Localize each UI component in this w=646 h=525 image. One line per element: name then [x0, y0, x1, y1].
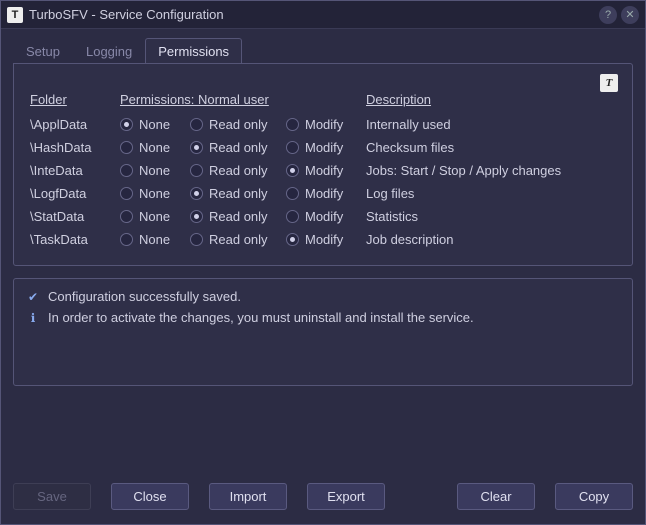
- message-saved: ✔ Configuration successfully saved.: [26, 289, 620, 304]
- radio-label: Modify: [305, 232, 343, 247]
- radio-dot-icon: [286, 118, 299, 131]
- tab-bar: Setup Logging Permissions: [13, 37, 633, 63]
- folder-cell: \StatData: [30, 209, 120, 224]
- window: T TurboSFV - Service Configuration ? ✕ S…: [0, 0, 646, 525]
- message-activate: ℹ In order to activate the changes, you …: [26, 310, 620, 325]
- folder-cell: \LogfData: [30, 186, 120, 201]
- copy-button[interactable]: Copy: [555, 483, 633, 510]
- message-saved-text: Configuration successfully saved.: [48, 289, 241, 304]
- radio-readonly[interactable]: Read only: [190, 232, 286, 247]
- help-button[interactable]: ?: [599, 6, 617, 24]
- radio-label: Modify: [305, 140, 343, 155]
- folder-cell: \InteData: [30, 163, 120, 178]
- radio-label: None: [139, 209, 170, 224]
- export-button[interactable]: Export: [307, 483, 385, 510]
- radio-label: Read only: [209, 232, 268, 247]
- radio-modify[interactable]: Modify: [286, 117, 366, 132]
- radio-label: None: [139, 140, 170, 155]
- message-activate-text: In order to activate the changes, you mu…: [48, 310, 474, 325]
- radio-modify[interactable]: Modify: [286, 209, 366, 224]
- radio-readonly[interactable]: Read only: [190, 163, 286, 178]
- radio-dot-icon: [286, 187, 299, 200]
- save-button: Save: [13, 483, 91, 510]
- radio-dot-icon: [190, 233, 203, 246]
- radio-dot-icon: [190, 210, 203, 223]
- radio-dot-icon: [190, 118, 203, 131]
- radio-none[interactable]: None: [120, 232, 190, 247]
- column-header-folder: Folder: [30, 92, 120, 109]
- radio-label: None: [139, 232, 170, 247]
- radio-label: Read only: [209, 140, 268, 155]
- radio-label: Modify: [305, 117, 343, 132]
- radio-dot-icon: [120, 187, 133, 200]
- button-bar: Save Close Import Export Clear Copy: [1, 471, 645, 524]
- radio-none[interactable]: None: [120, 117, 190, 132]
- description-cell: Job description: [366, 232, 616, 247]
- close-window-button[interactable]: ✕: [621, 6, 639, 24]
- import-button[interactable]: Import: [209, 483, 287, 510]
- description-cell: Jobs: Start / Stop / Apply changes: [366, 163, 616, 178]
- content-area: Setup Logging Permissions T Folder Permi…: [1, 29, 645, 471]
- tab-logging[interactable]: Logging: [73, 38, 145, 64]
- radio-dot-icon: [286, 210, 299, 223]
- radio-none[interactable]: None: [120, 186, 190, 201]
- radio-dot-icon: [190, 164, 203, 177]
- description-cell: Checksum files: [366, 140, 616, 155]
- radio-none[interactable]: None: [120, 163, 190, 178]
- radio-modify[interactable]: Modify: [286, 186, 366, 201]
- radio-label: Modify: [305, 186, 343, 201]
- radio-readonly[interactable]: Read only: [190, 186, 286, 201]
- radio-dot-icon: [286, 164, 299, 177]
- radio-none[interactable]: None: [120, 140, 190, 155]
- permissions-grid: Folder Permissions: Normal user Descript…: [30, 92, 616, 247]
- radio-dot-icon: [286, 233, 299, 246]
- brand-icon: T: [600, 74, 618, 92]
- description-cell: Log files: [366, 186, 616, 201]
- message-box: ✔ Configuration successfully saved. ℹ In…: [13, 278, 633, 386]
- radio-label: Read only: [209, 163, 268, 178]
- radio-dot-icon: [120, 233, 133, 246]
- radio-label: Read only: [209, 209, 268, 224]
- radio-modify[interactable]: Modify: [286, 232, 366, 247]
- description-cell: Statistics: [366, 209, 616, 224]
- permissions-panel: T Folder Permissions: Normal user Descri…: [13, 63, 633, 266]
- radio-modify[interactable]: Modify: [286, 140, 366, 155]
- radio-modify[interactable]: Modify: [286, 163, 366, 178]
- radio-label: None: [139, 117, 170, 132]
- radio-dot-icon: [190, 141, 203, 154]
- folder-cell: \TaskData: [30, 232, 120, 247]
- titlebar: T TurboSFV - Service Configuration ? ✕: [1, 1, 645, 29]
- radio-readonly[interactable]: Read only: [190, 140, 286, 155]
- radio-dot-icon: [120, 118, 133, 131]
- radio-none[interactable]: None: [120, 209, 190, 224]
- radio-readonly[interactable]: Read only: [190, 117, 286, 132]
- check-icon: ✔: [26, 290, 40, 304]
- tab-permissions[interactable]: Permissions: [145, 38, 242, 64]
- folder-cell: \ApplData: [30, 117, 120, 132]
- description-cell: Internally used: [366, 117, 616, 132]
- radio-label: Read only: [209, 186, 268, 201]
- radio-readonly[interactable]: Read only: [190, 209, 286, 224]
- close-button[interactable]: Close: [111, 483, 189, 510]
- clear-button[interactable]: Clear: [457, 483, 535, 510]
- radio-label: None: [139, 163, 170, 178]
- window-title: TurboSFV - Service Configuration: [29, 7, 595, 22]
- radio-dot-icon: [286, 141, 299, 154]
- radio-label: Modify: [305, 163, 343, 178]
- tab-setup[interactable]: Setup: [13, 38, 73, 64]
- column-header-description: Description: [366, 92, 616, 109]
- radio-label: Modify: [305, 209, 343, 224]
- radio-label: Read only: [209, 117, 268, 132]
- info-icon: ℹ: [26, 311, 40, 325]
- radio-label: None: [139, 186, 170, 201]
- column-header-permissions: Permissions: Normal user: [120, 92, 366, 109]
- radio-dot-icon: [120, 164, 133, 177]
- radio-dot-icon: [190, 187, 203, 200]
- app-icon: T: [7, 7, 23, 23]
- folder-cell: \HashData: [30, 140, 120, 155]
- radio-dot-icon: [120, 141, 133, 154]
- radio-dot-icon: [120, 210, 133, 223]
